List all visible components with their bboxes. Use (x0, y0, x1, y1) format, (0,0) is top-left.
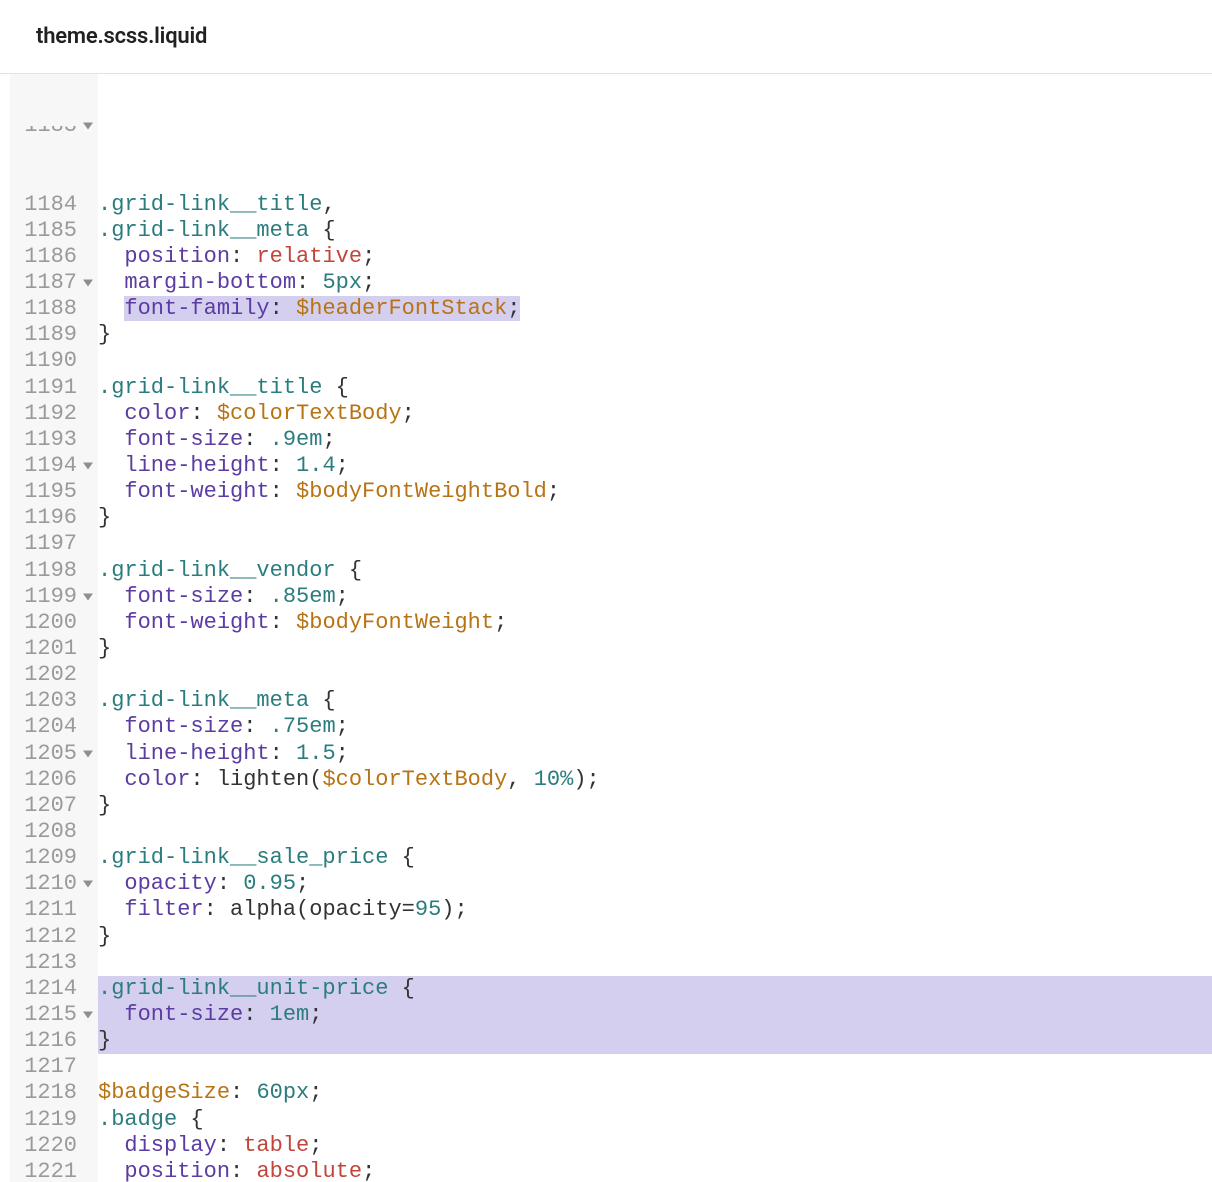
line-number: 1211 (16, 897, 77, 923)
fold-strip (80, 74, 98, 1182)
code-line[interactable]: font-size: 1em; (98, 1002, 1212, 1028)
line-number: 1186 (16, 244, 77, 270)
code-line[interactable]: } (98, 924, 1212, 950)
code-line[interactable]: line-height: 1.5; (98, 741, 1212, 767)
code-line[interactable]: .grid-link__meta { (98, 688, 1212, 714)
code-line[interactable]: font-family: $headerFontStack; (98, 296, 1212, 322)
fold-toggle-icon[interactable] (83, 280, 93, 287)
code-line[interactable] (98, 950, 1212, 976)
code-line[interactable]: } (98, 636, 1212, 662)
code-line[interactable]: font-size: .75em; (98, 714, 1212, 740)
fold-toggle-icon[interactable] (83, 593, 93, 600)
line-number: 1200 (16, 610, 77, 636)
line-number: 1197 (16, 531, 77, 557)
code-line[interactable]: font-size: .9em; (98, 427, 1212, 453)
code-line[interactable]: position: absolute; (98, 1159, 1212, 1182)
fold-toggle-icon[interactable] (83, 1011, 93, 1018)
fold-toggle-icon[interactable] (83, 750, 93, 757)
line-number: 1198 (16, 558, 77, 584)
code-line[interactable]: display: table; (98, 1133, 1212, 1159)
line-number: 1204 (16, 714, 77, 740)
code-line[interactable]: .grid-link__vendor { (98, 558, 1212, 584)
fold-toggle-icon[interactable] (83, 123, 93, 130)
code-line[interactable] (98, 531, 1212, 557)
line-number: 1206 (16, 767, 77, 793)
code-line[interactable] (98, 126, 1212, 139)
code-line[interactable]: .grid-link__sale_price { (98, 845, 1212, 871)
line-number: 1184 (16, 192, 77, 218)
line-number: 1207 (16, 793, 77, 819)
line-number: 1209 (16, 845, 77, 871)
code-line[interactable]: opacity: 0.95; (98, 871, 1212, 897)
code-line[interactable]: line-height: 1.4; (98, 453, 1212, 479)
line-number: 1190 (16, 348, 77, 374)
code-line[interactable]: .badge { (98, 1107, 1212, 1133)
line-number: 1219 (16, 1107, 77, 1133)
line-number: 1196 (16, 505, 77, 531)
line-number: 1216 (16, 1028, 77, 1054)
line-number: 1217 (16, 1054, 77, 1080)
line-number: 1195 (16, 479, 77, 505)
code-line[interactable]: .grid-link__title, (98, 192, 1212, 218)
line-number: 1215 (16, 1002, 77, 1028)
code-line[interactable]: .grid-link__meta { (98, 218, 1212, 244)
line-number: 1188 (16, 296, 77, 322)
code-line[interactable]: filter: alpha(opacity=95); (98, 897, 1212, 923)
line-number: 1205 (16, 741, 77, 767)
line-number: 1183 (16, 126, 77, 139)
filename: theme.scss.liquid (36, 24, 207, 49)
line-number: 1210 (16, 871, 77, 897)
line-number: 1218 (16, 1080, 77, 1106)
code-line[interactable]: } (98, 793, 1212, 819)
line-number: 1203 (16, 688, 77, 714)
code-line[interactable] (98, 662, 1212, 688)
line-number: 1221 (16, 1159, 77, 1182)
code-line[interactable]: color: $colorTextBody; (98, 401, 1212, 427)
code-line[interactable] (98, 819, 1212, 845)
code-line[interactable]: font-size: .85em; (98, 584, 1212, 610)
code-line[interactable]: margin-bottom: 5px; (98, 270, 1212, 296)
code-line[interactable]: } (98, 322, 1212, 348)
code-line[interactable]: font-weight: $bodyFontWeightBold; (98, 479, 1212, 505)
line-number: 1212 (16, 924, 77, 950)
code-line[interactable]: } (98, 1028, 1212, 1054)
line-number: 1194 (16, 453, 77, 479)
code-line[interactable]: .grid-link__title { (98, 375, 1212, 401)
code-line[interactable]: font-weight: $bodyFontWeight; (98, 610, 1212, 636)
line-number: 1187 (16, 270, 77, 296)
code-editor[interactable]: 1183 11841185118611871188118911901191119… (0, 74, 1212, 1182)
line-number: 1199 (16, 584, 77, 610)
code-line[interactable]: position: relative; (98, 244, 1212, 270)
code-line[interactable]: color: lighten($colorTextBody, 10%); (98, 767, 1212, 793)
line-number: 1185 (16, 218, 77, 244)
file-header: theme.scss.liquid (0, 0, 1212, 74)
fold-toggle-icon[interactable] (83, 881, 93, 888)
line-number: 1192 (16, 401, 77, 427)
line-number: 1214 (16, 976, 77, 1002)
line-number: 1191 (16, 375, 77, 401)
line-number: 1220 (16, 1133, 77, 1159)
code-line[interactable]: .grid-link__unit-price { (98, 976, 1212, 1002)
code-content[interactable]: .grid-link__title,.grid-link__meta { pos… (98, 74, 1212, 1182)
code-line[interactable] (98, 348, 1212, 374)
line-number: 1201 (16, 636, 77, 662)
line-number: 1193 (16, 427, 77, 453)
line-number: 1189 (16, 322, 77, 348)
line-number: 1213 (16, 950, 77, 976)
code-line[interactable] (98, 1054, 1212, 1080)
line-number: 1202 (16, 662, 77, 688)
code-line[interactable]: $badgeSize: 60px; (98, 1080, 1212, 1106)
line-number: 1208 (16, 819, 77, 845)
fold-toggle-icon[interactable] (83, 463, 93, 470)
line-number-gutter: 1183 11841185118611871188118911901191119… (10, 74, 80, 1182)
code-line[interactable]: } (98, 505, 1212, 531)
